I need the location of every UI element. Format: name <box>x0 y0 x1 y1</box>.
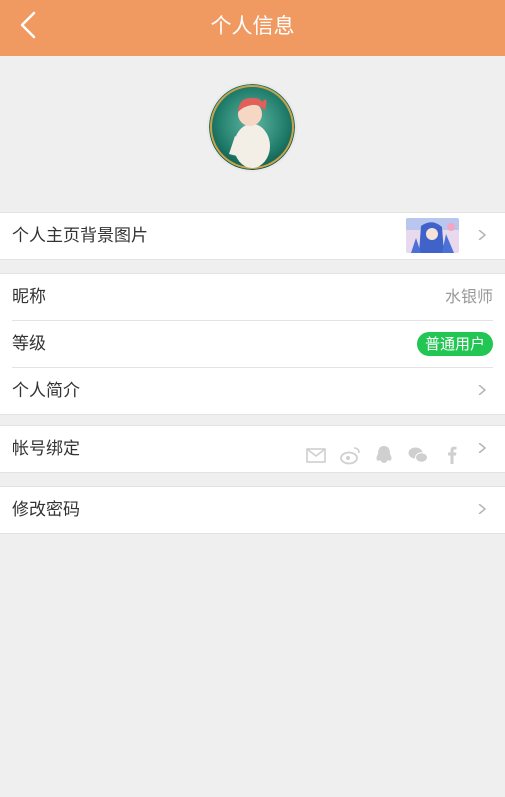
avatar[interactable] <box>209 84 295 170</box>
change-password-group: 修改密码 <box>0 486 505 534</box>
background-thumbnail <box>406 218 459 253</box>
account-binding-label: 帐号绑定 <box>12 439 80 459</box>
change-password-label: 修改密码 <box>12 500 80 520</box>
chevron-right-icon <box>478 385 487 395</box>
avatar-image <box>209 84 295 170</box>
chevron-right-icon <box>478 504 487 514</box>
chevron-right-icon <box>478 443 487 453</box>
background-image-group: 个人主页背景图片 <box>0 212 505 260</box>
level-label: 等级 <box>12 334 46 354</box>
wechat-icon <box>407 438 429 463</box>
profile-info-group: 昵称 水银师 等级 普通用户 个人简介 <box>0 273 505 415</box>
background-image-row[interactable]: 个人主页背景图片 <box>12 213 493 259</box>
chevron-right-icon <box>478 230 487 240</box>
bio-label: 个人简介 <box>12 381 80 401</box>
nickname-row[interactable]: 昵称 水银师 <box>12 274 493 320</box>
background-image-label: 个人主页背景图片 <box>12 226 148 246</box>
account-binding-row[interactable]: 帐号绑定 <box>12 426 493 472</box>
qq-icon <box>373 438 395 463</box>
level-row: 等级 普通用户 <box>12 320 493 367</box>
nickname-label: 昵称 <box>12 287 46 307</box>
change-password-row[interactable]: 修改密码 <box>12 487 493 533</box>
facebook-icon <box>441 438 463 464</box>
top-bar: 个人信息 <box>0 0 505 56</box>
social-icons <box>305 438 463 465</box>
account-binding-group: 帐号绑定 <box>0 425 505 473</box>
level-badge: 普通用户 <box>416 332 493 356</box>
email-icon <box>305 438 327 463</box>
weibo-icon <box>339 438 361 465</box>
page-title: 个人信息 <box>210 14 295 38</box>
nickname-value: 水银师 <box>444 287 493 306</box>
bio-row[interactable]: 个人简介 <box>12 367 493 414</box>
